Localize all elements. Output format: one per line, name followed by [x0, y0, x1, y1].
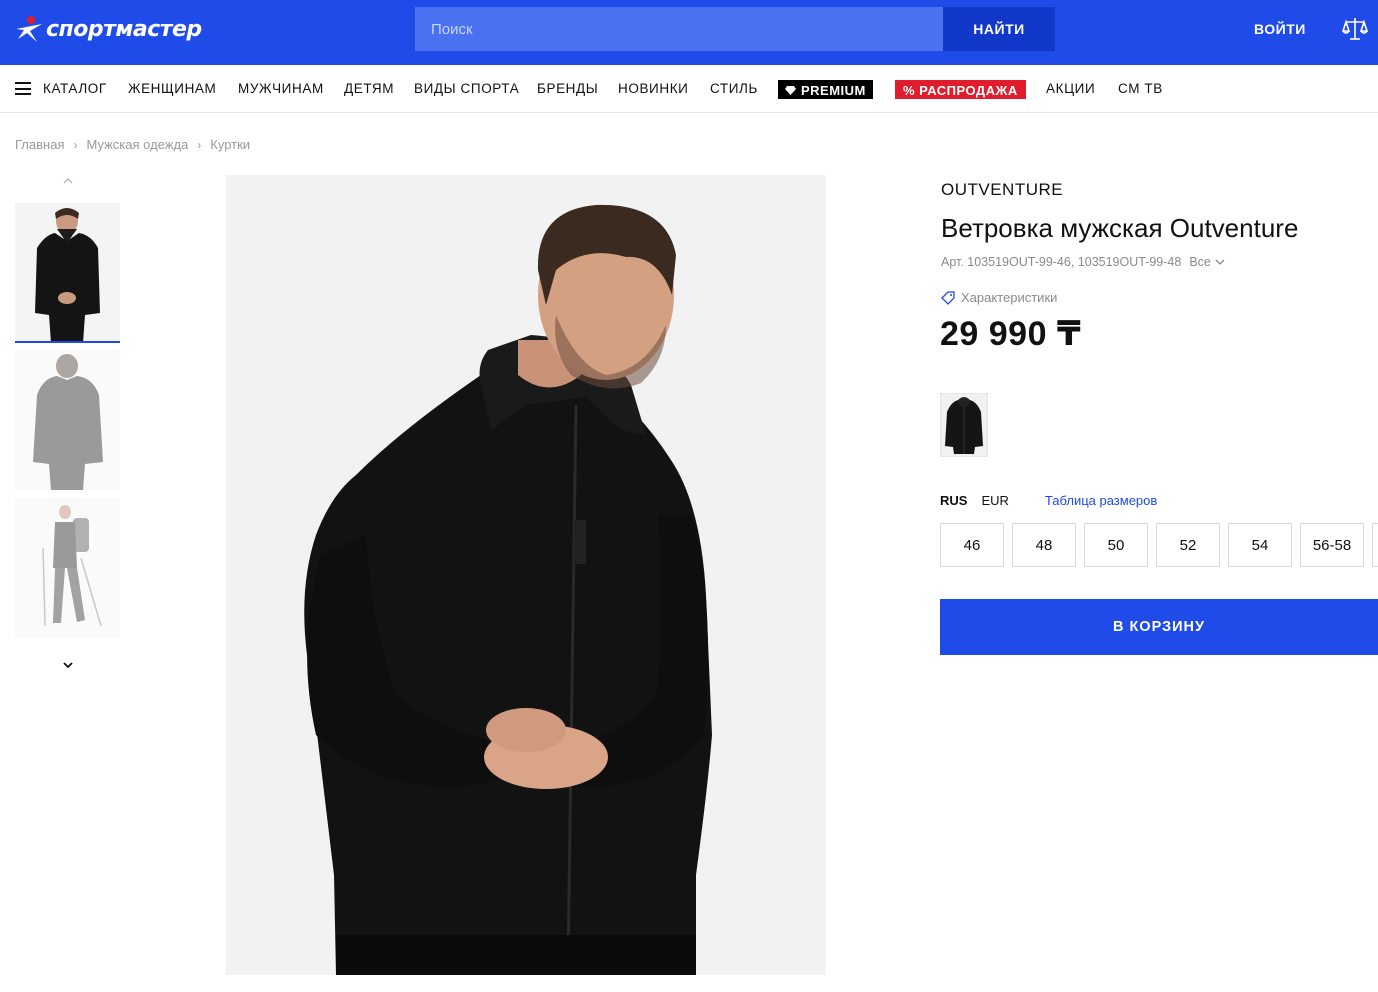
product-brand[interactable]: OUTVENTURE — [941, 180, 1063, 200]
product-thumbnail-front[interactable] — [15, 203, 120, 343]
specs-link[interactable]: Характеристики — [941, 290, 1057, 305]
tag-icon — [941, 290, 955, 305]
product-sku: Арт. 103519OUT-99-46, 103519OUT-99-48 Вс… — [941, 255, 1225, 269]
hiker-thumbnail-image — [15, 498, 120, 638]
search-button[interactable]: НАЙТИ — [943, 7, 1055, 51]
nav-brands[interactable]: БРЕНДЫ — [537, 81, 598, 96]
size-option[interactable]: 50 — [1084, 523, 1148, 567]
product-thumbnail-hiking[interactable] — [15, 498, 120, 638]
size-option[interactable]: 52 — [1156, 523, 1220, 567]
jacket-front-thumbnail-image — [15, 203, 120, 341]
add-to-cart-button[interactable]: В КОРЗИНУ — [940, 599, 1378, 655]
sku-all-label: Все — [1189, 255, 1211, 269]
thumbs-up-arrow-icon[interactable] — [59, 174, 77, 188]
search-bar: НАЙТИ — [415, 7, 1055, 51]
nav-sale[interactable]: % РАСПРОДАЖА — [895, 80, 1026, 99]
nav-new[interactable]: НОВИНКИ — [618, 81, 688, 96]
size-tab-rus[interactable]: RUS — [940, 493, 967, 508]
sportmaster-logo[interactable]: спортмастер — [14, 14, 202, 44]
jacket-back-thumbnail-image — [15, 350, 120, 490]
breadcrumb-home[interactable]: Главная — [15, 137, 64, 152]
product-thumbnail-back[interactable] — [15, 350, 120, 490]
size-option[interactable]: 56-58 — [1300, 523, 1364, 567]
nav-catalog[interactable]: КАТАЛОГ — [43, 81, 107, 96]
size-option[interactable]: 48 — [1012, 523, 1076, 567]
nav-tv[interactable]: СМ ТВ — [1118, 81, 1163, 96]
nav-style[interactable]: СТИЛЬ — [710, 81, 758, 96]
breadcrumb-mens-clothing[interactable]: Мужская одежда — [86, 137, 188, 152]
diamond-icon — [785, 85, 796, 95]
size-selector: 46 48 50 52 54 56-58 — [940, 523, 1378, 567]
size-option[interactable]: 54 — [1228, 523, 1292, 567]
nav-women[interactable]: ЖЕНЩИНАМ — [128, 81, 216, 96]
nav-sale-label: % РАСПРОДАЖА — [903, 82, 1018, 98]
compare-scales-icon[interactable] — [1342, 16, 1368, 42]
nav-premium[interactable]: PREMIUM — [778, 80, 873, 99]
sku-text: Арт. 103519OUT-99-46, 103519OUT-99-48 — [941, 255, 1182, 269]
chevron-down-icon — [1215, 259, 1225, 265]
nav-sports[interactable]: ВИДЫ СПОРТА — [414, 81, 519, 96]
color-swatch-black[interactable] — [940, 393, 988, 457]
model-in-black-jacket-image — [226, 175, 826, 975]
nav-premium-label: PREMIUM — [801, 82, 866, 98]
breadcrumb: Главная › Мужская одежда › Куртки — [15, 137, 250, 152]
size-table-link[interactable]: Таблица размеров — [1045, 493, 1157, 508]
thumbs-down-arrow-icon[interactable] — [59, 658, 77, 672]
top-header: спортмастер НАЙТИ ВОЙТИ — [0, 0, 1378, 65]
login-link[interactable]: ВОЙТИ — [1254, 21, 1306, 37]
product-price: 29 990 ₸ — [940, 315, 1082, 353]
product-title: Ветровка мужская Outventure — [941, 213, 1299, 243]
chevron-right-icon: › — [73, 137, 78, 152]
size-tab-eur[interactable]: EUR — [981, 493, 1008, 508]
nav-kids[interactable]: ДЕТЯМ — [344, 81, 394, 96]
sku-all-toggle[interactable]: Все — [1189, 255, 1225, 269]
main-nav: КАТАЛОГ ЖЕНЩИНАМ МУЖЧИНАМ ДЕТЯМ ВИДЫ СПО… — [0, 65, 1378, 113]
nav-promo[interactable]: АКЦИИ — [1046, 81, 1095, 96]
size-system-tabs: RUS EUR Таблица размеров — [940, 493, 1157, 508]
logo-text: спортмастер — [46, 16, 202, 42]
size-option[interactable]: 46 — [940, 523, 1004, 567]
product-main-image[interactable] — [226, 175, 826, 975]
search-input[interactable] — [415, 7, 943, 51]
menu-burger-icon[interactable] — [15, 82, 31, 95]
nav-men[interactable]: МУЖЧИНАМ — [238, 81, 324, 96]
logo-star-icon — [16, 16, 42, 42]
specs-label: Характеристики — [961, 290, 1058, 305]
chevron-right-icon: › — [197, 137, 202, 152]
jacket-color-thumbnail-image — [945, 397, 983, 454]
size-option-overflow[interactable] — [1372, 523, 1378, 567]
breadcrumb-jackets[interactable]: Куртки — [210, 137, 250, 152]
